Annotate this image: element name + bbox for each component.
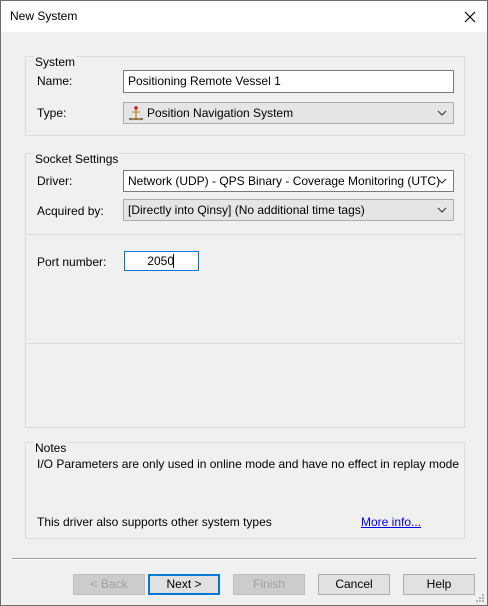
notes-support-text: This driver also supports other system t…: [37, 515, 272, 529]
type-select-value: Position Navigation System: [147, 106, 294, 120]
window-title: New System: [10, 9, 78, 23]
type-label: Type:: [37, 106, 67, 120]
acquired-by-select[interactable]: [Directly into Qinsy] (No additional tim…: [123, 199, 454, 221]
driver-select-value: Network (UDP) - QPS Binary - Coverage Mo…: [128, 174, 441, 188]
new-system-dialog: New System System Name: Positioning Remo…: [0, 0, 488, 606]
cancel-button[interactable]: Cancel: [318, 574, 390, 595]
port-number-input[interactable]: 2050: [124, 251, 199, 271]
chevron-down-icon: [437, 110, 447, 116]
type-select[interactable]: Position Navigation System: [123, 102, 454, 124]
acquired-by-label: Acquired by:: [37, 204, 104, 218]
chevron-down-icon: [437, 178, 447, 184]
name-label: Name:: [37, 74, 73, 88]
next-button[interactable]: Next >: [148, 574, 220, 595]
notes-text: I/O Parameters are only used in online m…: [37, 457, 460, 471]
chevron-down-icon: [437, 207, 447, 213]
title-bar: New System: [1, 1, 487, 32]
help-button[interactable]: Help: [403, 574, 475, 595]
divider: [26, 234, 463, 235]
footer-separator-highlight: [12, 559, 477, 560]
acquired-by-select-value: [Directly into Qinsy] (No additional tim…: [128, 203, 365, 217]
driver-select[interactable]: Network (UDP) - QPS Binary - Coverage Mo…: [123, 170, 454, 192]
system-group: System: [25, 55, 465, 136]
finish-button[interactable]: Finish: [233, 574, 305, 595]
position-navigation-icon: [129, 106, 143, 121]
close-button[interactable]: [453, 1, 487, 32]
notes-group-title: Notes: [34, 441, 68, 455]
port-number-label: Port number:: [37, 255, 107, 269]
back-button[interactable]: < Back: [73, 574, 145, 595]
driver-label: Driver:: [37, 174, 73, 188]
socket-settings-group-title: Socket Settings: [34, 152, 120, 166]
divider: [26, 343, 463, 344]
name-input[interactable]: Positioning Remote Vessel 1: [123, 70, 454, 93]
more-info-link[interactable]: More info...: [361, 515, 421, 529]
socket-settings-group: Socket Settings: [25, 152, 465, 428]
text-caret: [173, 254, 174, 268]
system-group-title: System: [34, 55, 77, 69]
resize-grip-icon[interactable]: [475, 593, 485, 603]
close-icon: [464, 11, 476, 22]
